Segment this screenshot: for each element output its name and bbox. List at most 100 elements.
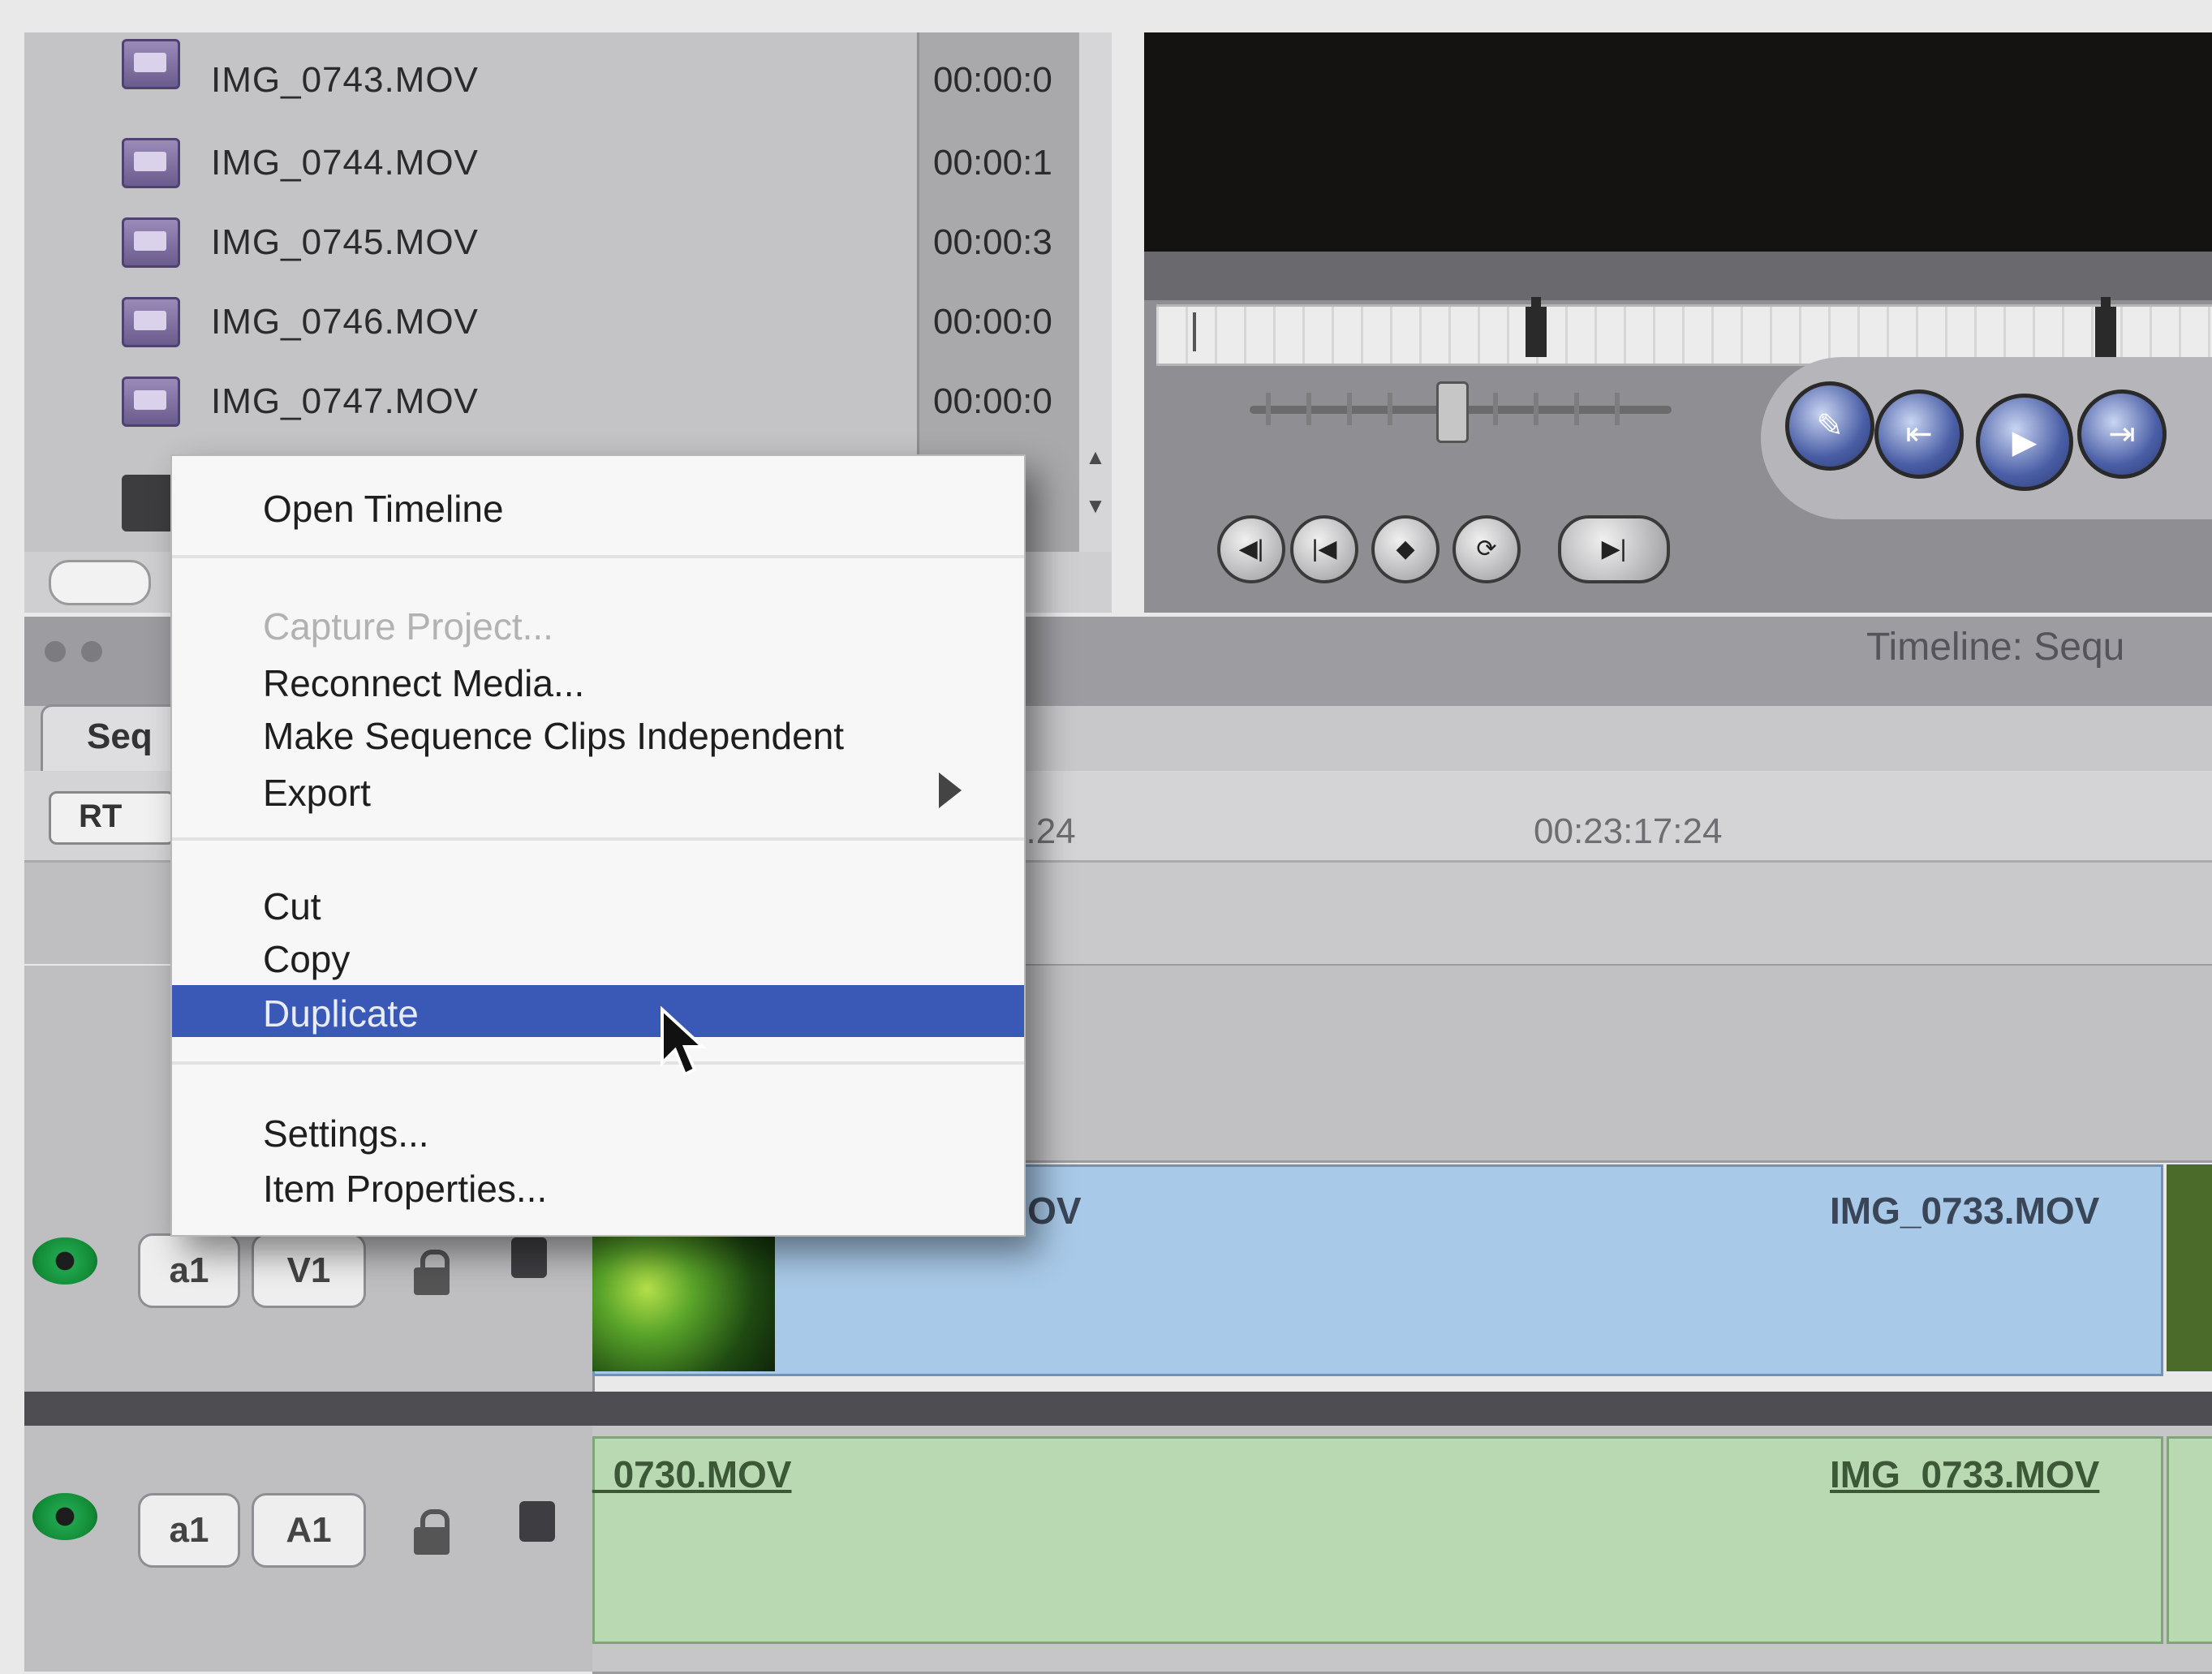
clip-label: IMG_0733.MOV [1830, 1190, 2100, 1232]
clip-icon [122, 217, 180, 268]
menu-item-settings[interactable]: Settings... [172, 1105, 1024, 1157]
clip-duration: 00:00:0 [933, 302, 1052, 342]
menu-item-label: Item Properties... [263, 1168, 548, 1210]
scroll-up-arrow-icon[interactable]: ▲ [1079, 438, 1112, 476]
in-point-marker-icon[interactable] [1526, 297, 1547, 357]
next-edit-button[interactable]: ⇥ [2077, 389, 2167, 479]
menu-item-label: Copy [263, 938, 351, 980]
tab-sequence-label: Seq [87, 717, 153, 756]
menu-item-capture-project: Capture Project... [172, 598, 1024, 650]
menu-item-label: Cut [263, 885, 321, 927]
destination-patch-v1[interactable]: V1 [252, 1233, 366, 1308]
shuttle-tick [1266, 393, 1271, 425]
menu-item-label: Duplicate [263, 992, 419, 1035]
menu-item-copy[interactable]: Copy [172, 931, 1024, 983]
scroll-down-arrow-icon[interactable]: ▼ [1079, 487, 1112, 524]
clip-name: IMG_0745.MOV [211, 222, 479, 262]
audio-clip[interactable] [2167, 1436, 2212, 1644]
rt-menu-button[interactable]: RT [49, 791, 175, 845]
clip-name: IMG_0743.MOV [211, 60, 479, 100]
timeline-title: Timeline: Sequ [1866, 626, 2125, 669]
clip-icon [122, 39, 180, 89]
ruler-timecode: 00:23:17:24 [1534, 811, 1723, 851]
video-clip[interactable] [2167, 1164, 2212, 1371]
clip-icon [122, 138, 180, 188]
shuttle-thumb[interactable] [1436, 381, 1469, 443]
video-preview [1144, 32, 2212, 252]
shuttle-tick [1615, 393, 1620, 425]
menu-separator [172, 1061, 1024, 1065]
match-frame-button[interactable]: ▶| [1558, 515, 1670, 583]
menu-item-export[interactable]: Export [172, 764, 1024, 816]
clip-name: IMG_0744.MOV [211, 143, 479, 183]
clip-duration: 00:00:3 [933, 222, 1052, 262]
clip-thumbnail [592, 1233, 775, 1371]
source-patch-v1[interactable]: a1 [138, 1233, 240, 1308]
lock-icon[interactable] [414, 1509, 450, 1555]
submenu-arrow-icon [939, 772, 962, 808]
menu-separator [172, 555, 1024, 558]
tab-sequence[interactable]: Seq [41, 704, 183, 772]
playhead[interactable] [1193, 312, 1196, 351]
menu-item-cut[interactable]: Cut [172, 878, 1024, 930]
viewer-toolbar-strip [1144, 252, 2212, 300]
lock-icon[interactable] [414, 1250, 450, 1295]
clip-name: IMG_0747.MOV [211, 381, 479, 421]
shuttle-slider[interactable] [1250, 381, 1672, 443]
menu-item-label: Make Sequence Clips Independent [263, 715, 845, 757]
shuttle-tick [1574, 393, 1579, 425]
track-visibility-icon[interactable] [32, 1237, 97, 1285]
menu-item-label: Reconnect Media... [263, 662, 585, 704]
menu-item-label: Export [263, 772, 371, 814]
sequence-icon [122, 475, 175, 531]
shuttle-tick [1493, 393, 1498, 425]
clip-label: IMG_0733.MOV [1830, 1453, 2100, 1495]
source-patch-a1[interactable]: a1 [138, 1493, 240, 1568]
context-menu: Open Timeline Capture Project... Reconne… [170, 454, 1026, 1237]
clip-name: IMG_0746.MOV [211, 302, 479, 342]
window-minimize-button[interactable] [81, 641, 102, 662]
browser-view-toggle[interactable] [49, 560, 151, 605]
menu-item-label: Settings... [263, 1112, 429, 1155]
clip-duration: 00:00:0 [933, 60, 1052, 100]
list-item[interactable]: IMG_0745.MOV 00:00:3 [24, 182, 1104, 268]
insert-edit-button[interactable]: ◀| [1217, 515, 1285, 583]
list-item[interactable]: IMG_0743.MOV 00:00:0 [24, 24, 1104, 102]
menu-item-open-timeline[interactable]: Open Timeline [172, 480, 1024, 532]
auto-select-icon[interactable] [511, 1237, 547, 1278]
menu-item-item-properties[interactable]: Item Properties... [172, 1160, 1024, 1212]
window-close-button[interactable] [45, 641, 66, 662]
browser-scrollbar[interactable]: ▲ ▼ [1079, 32, 1112, 613]
cursor-arrow-icon [661, 1006, 708, 1077]
destination-patch-a1[interactable]: A1 [252, 1493, 366, 1568]
shuttle-tick [1534, 393, 1539, 425]
list-item[interactable]: IMG_0747.MOV 00:00:0 [24, 341, 1104, 427]
menu-item-label: Capture Project... [263, 605, 553, 648]
clip-duration: 00:00:1 [933, 143, 1052, 183]
prev-edit-button[interactable]: |◀ [1290, 515, 1358, 583]
play-in-to-out-button[interactable]: ⇤ [1874, 389, 1964, 479]
loop-button[interactable]: ⟳ [1452, 515, 1521, 583]
mark-clip-button[interactable]: ✎ [1785, 381, 1874, 471]
clip-label: _0730.MOV [592, 1453, 792, 1495]
list-item[interactable]: IMG_0746.MOV 00:00:0 [24, 261, 1104, 347]
audio-enable-icon[interactable] [32, 1493, 97, 1540]
play-button[interactable]: ▶ [1976, 394, 2073, 491]
auto-select-icon[interactable] [519, 1501, 555, 1542]
menu-item-make-independent[interactable]: Make Sequence Clips Independent [172, 708, 1024, 760]
out-point-marker-icon[interactable] [2095, 297, 2116, 357]
menu-item-duplicate[interactable]: Duplicate [172, 985, 1024, 1037]
clip-icon [122, 297, 180, 347]
menu-separator [172, 837, 1024, 841]
menu-item-label: Open Timeline [263, 488, 504, 530]
shuttle-tick [1388, 393, 1392, 425]
marker-button[interactable]: ◆ [1371, 515, 1440, 583]
rt-label: RT [79, 798, 123, 834]
audio-video-divider[interactable] [24, 1392, 2212, 1426]
clip-duration: 00:00:0 [933, 381, 1052, 421]
transport-controls: ✎ ⇤ ▶ ⇥ [1761, 357, 2212, 519]
list-item[interactable]: IMG_0744.MOV 00:00:1 [24, 102, 1104, 188]
clip-icon [122, 377, 180, 427]
shuttle-tick [1306, 393, 1311, 425]
menu-item-reconnect-media[interactable]: Reconnect Media... [172, 655, 1024, 707]
